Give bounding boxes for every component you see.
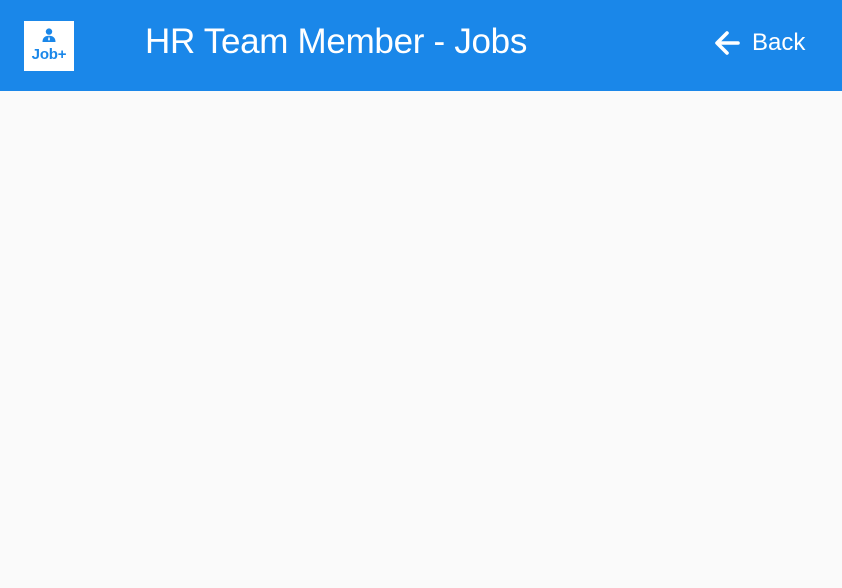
main-content	[0, 91, 842, 588]
back-label: Back	[752, 29, 806, 56]
back-button[interactable]: Back	[712, 24, 805, 62]
app-logo: Job+	[24, 21, 74, 71]
arrow-left-icon	[715, 31, 740, 55]
app-bar: Job+ HR Team Member - Jobs Back	[0, 0, 842, 91]
logo-text: Job+	[31, 46, 67, 63]
person-icon	[42, 28, 56, 42]
page-title: HR Team Member - Jobs	[145, 22, 528, 61]
